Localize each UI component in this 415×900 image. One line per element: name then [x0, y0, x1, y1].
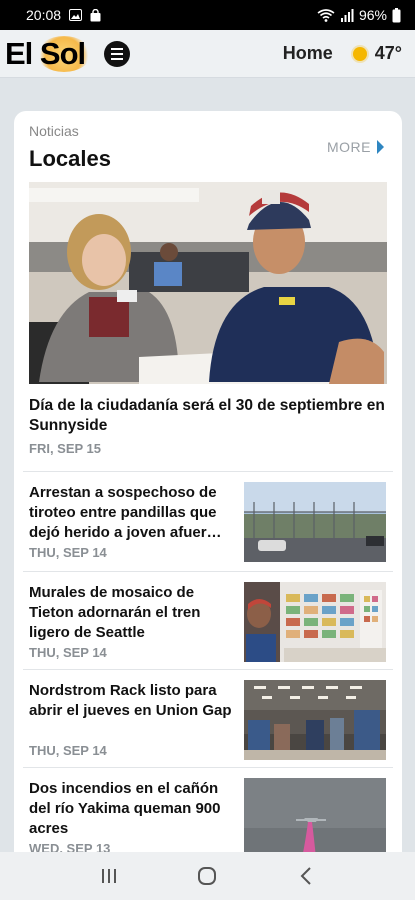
- news-card: Noticias Locales MORE Día de la ciudadan…: [14, 111, 402, 871]
- temperature: 47°: [374, 43, 402, 63]
- sun-icon: [352, 46, 367, 61]
- story-item[interactable]: Nordstrom Rack listo para abrir el jueve…: [23, 669, 393, 767]
- status-time: 20:08: [26, 7, 62, 23]
- story-item[interactable]: Murales de mosaico de Tieton adornarán e…: [23, 571, 393, 669]
- back-button[interactable]: [286, 861, 326, 891]
- weather-widget[interactable]: 47°: [352, 43, 402, 64]
- section-kicker: Noticias: [29, 123, 79, 139]
- road-photo: [244, 482, 386, 562]
- system-nav-bar: [0, 852, 415, 900]
- featured-image[interactable]: [29, 182, 387, 384]
- logo-text: El Sol: [5, 35, 86, 71]
- battery-icon: [392, 7, 401, 22]
- recent-apps-button[interactable]: [89, 861, 129, 891]
- home-link[interactable]: Home: [283, 43, 333, 64]
- story-thumbnail[interactable]: [244, 482, 386, 562]
- home-button[interactable]: [187, 861, 227, 891]
- story-item[interactable]: Arrestan a sospechoso de tiroteo entre p…: [23, 471, 393, 571]
- recent-apps-icon: [102, 869, 117, 883]
- featured-date: FRI, SEP 15: [29, 441, 102, 456]
- story-headline[interactable]: Nordstrom Rack listo para abrir el jueve…: [29, 681, 233, 721]
- section-title: Locales: [29, 146, 111, 171]
- featured-headline[interactable]: Día de la ciudadanía será el 30 de septi…: [29, 396, 389, 436]
- back-chevron-icon: [300, 867, 311, 885]
- shopping-bag-icon: [90, 8, 101, 21]
- mosaic-photo: [244, 582, 386, 662]
- menu-button[interactable]: [104, 40, 130, 67]
- store-interior-photo: [244, 680, 386, 760]
- menu-icon-line: [111, 52, 123, 55]
- story-headline[interactable]: Arrestan a sospechoso de tiroteo entre p…: [29, 483, 233, 543]
- menu-icon-line: [111, 57, 123, 60]
- signal-icon: [340, 8, 354, 22]
- story-thumbnail[interactable]: [244, 680, 386, 760]
- status-bar: 20:08 96%: [0, 0, 415, 30]
- story-headline[interactable]: Murales de mosaico de Tieton adornarán e…: [29, 583, 233, 643]
- chevron-right-icon: [377, 140, 384, 154]
- story-date: THU, SEP 14: [29, 645, 107, 660]
- logo[interactable]: El Sol: [5, 33, 91, 75]
- more-link[interactable]: MORE: [327, 139, 384, 155]
- story-headline[interactable]: Dos incendios en el cañón del río Yakima…: [29, 779, 233, 839]
- menu-icon-line: [111, 47, 123, 50]
- classroom-photo: [29, 182, 387, 384]
- story-date: THU, SEP 14: [29, 743, 107, 758]
- battery-level: 96%: [358, 7, 387, 23]
- wifi-icon: [317, 8, 335, 22]
- more-label: MORE: [327, 139, 371, 155]
- gallery-icon: [69, 9, 83, 21]
- home-circle-icon: [198, 867, 217, 885]
- app-header: El Sol Home 47°: [0, 30, 415, 78]
- story-date: THU, SEP 14: [29, 545, 107, 560]
- story-thumbnail[interactable]: [244, 582, 386, 662]
